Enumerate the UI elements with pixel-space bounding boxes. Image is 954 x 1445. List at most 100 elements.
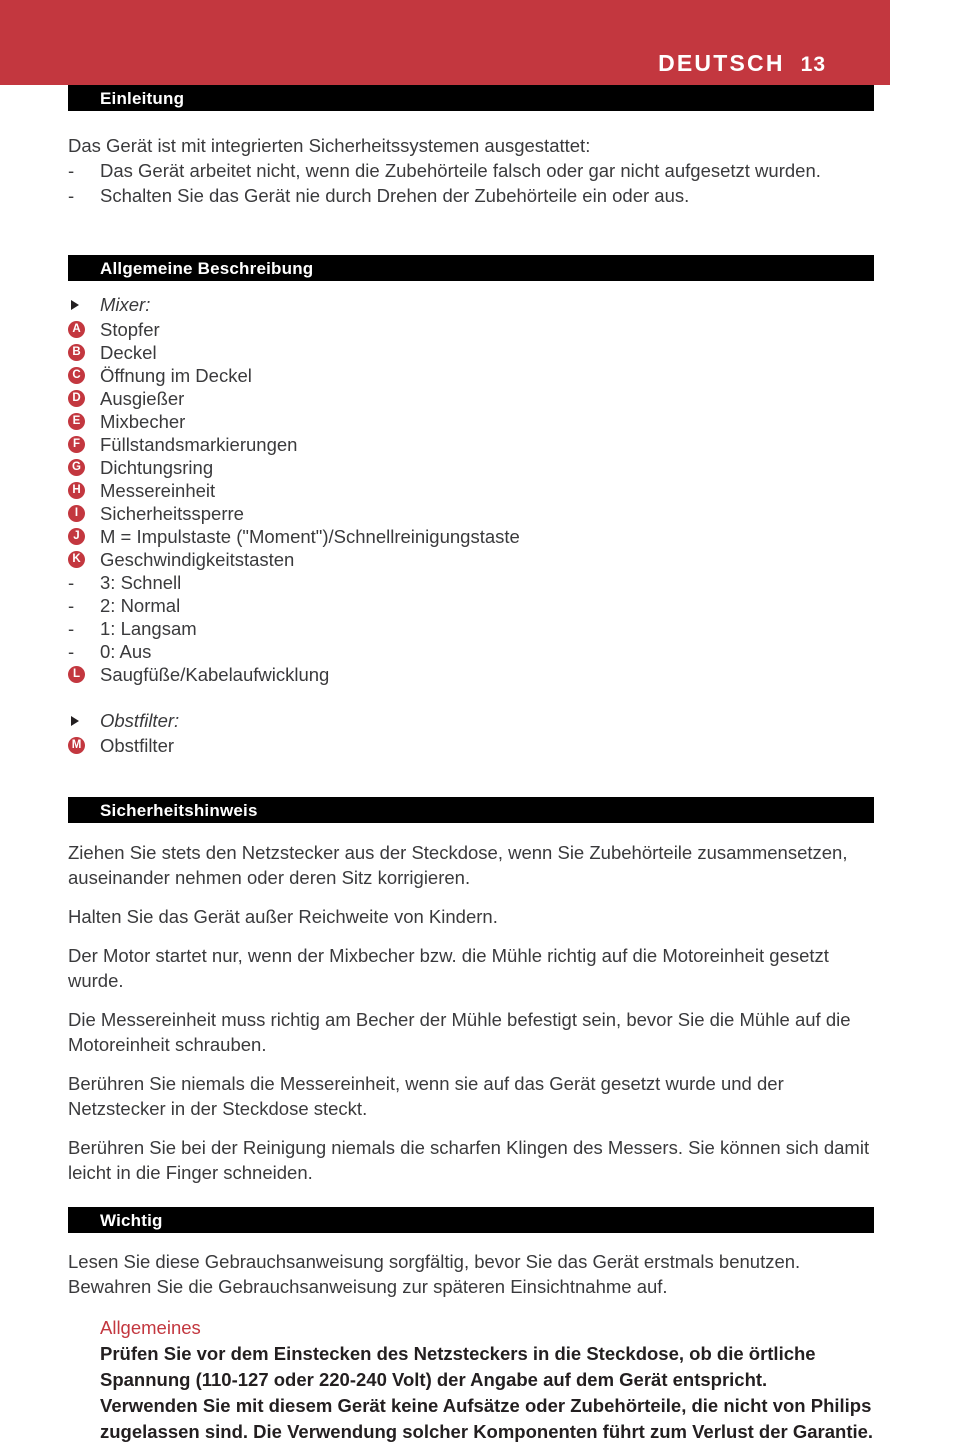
list-item-text: Ausgießer	[100, 388, 185, 409]
triangle-bullet-icon	[68, 299, 100, 310]
badge-letter: H	[68, 482, 85, 499]
list-item: I Sicherheitssperre	[68, 502, 874, 525]
list-item-text: Obstfilter	[100, 735, 175, 756]
letter-badge-icon: C	[68, 367, 100, 384]
list-item-group: Obstfilter:	[68, 709, 874, 732]
list-item-text: Deckel	[100, 342, 157, 363]
section-title: Wichtig	[100, 1210, 163, 1230]
document-content: Einleitung Das Gerät ist mit integrierte…	[0, 85, 954, 1445]
wichtig-lead-text: Lesen Sie diese Gebrauchsanweisung sorgf…	[68, 1251, 801, 1297]
wichtig-paragraph: Verwenden Sie mit diesem Gerät keine Auf…	[100, 1395, 874, 1442]
list-item: B Deckel	[68, 341, 874, 364]
letter-badge-icon: K	[68, 551, 100, 568]
list-item-text: 2: Normal	[100, 595, 181, 616]
page-number: 13	[800, 53, 826, 76]
list-item-text: 1: Langsam	[100, 618, 197, 639]
list-item: - 1: Langsam	[68, 617, 874, 640]
badge-letter: I	[68, 505, 85, 522]
dash-marker: -	[68, 185, 75, 206]
page-header-banner: DEUTSCH 13	[0, 0, 890, 85]
list-spacer	[68, 686, 874, 709]
letter-badge-icon: I	[68, 505, 100, 522]
section-header-einleitung: Einleitung	[68, 85, 874, 111]
list-item-text: 0: Aus	[100, 641, 152, 662]
list-item: - Das Gerät arbeitet nicht, wenn die Zub…	[68, 158, 874, 183]
badge-letter: E	[68, 413, 85, 430]
list-item-text: Messereinheit	[100, 480, 216, 501]
list-item-text: Saugfüße/Kabelaufwicklung	[100, 664, 330, 685]
badge-letter: M	[68, 737, 85, 754]
letter-badge-icon: G	[68, 459, 100, 476]
list-item-text: Öffnung im Deckel	[100, 365, 252, 386]
letter-badge-icon: B	[68, 344, 100, 361]
letter-badge-icon: H	[68, 482, 100, 499]
parts-list: Mixer: A Stopfer B Deckel C Öffnung im D…	[68, 293, 874, 757]
group-label: Obstfilter:	[100, 710, 180, 731]
badge-letter: L	[68, 666, 85, 683]
safety-paragraph: Berühren Sie niemals die Messereinheit, …	[68, 1073, 784, 1119]
einleitung-lead-text: Das Gerät ist mit integrierten Sicherhei…	[68, 135, 591, 156]
badge-letter: D	[68, 390, 85, 407]
safety-paragraph: Ziehen Sie stets den Netzstecker aus der…	[68, 842, 848, 888]
einleitung-dash-list: - Das Gerät arbeitet nicht, wenn die Zub…	[68, 158, 874, 208]
letter-badge-icon: E	[68, 413, 100, 430]
list-item: K Geschwindigkeitstasten	[68, 548, 874, 571]
wichtig-allgemeines-block: Allgemeines Prüfen Sie vor dem Einstecke…	[100, 1315, 874, 1445]
section-header-sicherheitshinweis: Sicherheitshinweis	[68, 797, 874, 823]
wichtig-paragraph: Prüfen Sie vor dem Einstecken des Netzst…	[100, 1343, 816, 1390]
header-language-page: DEUTSCH 13	[658, 50, 826, 77]
badge-letter: F	[68, 436, 85, 453]
list-item-text: Sicherheitssperre	[100, 503, 244, 524]
badge-letter: J	[68, 528, 85, 545]
dash-marker: -	[68, 641, 75, 662]
group-label: Mixer:	[100, 294, 151, 315]
list-item: J M = Impulstaste ("Moment")/Schnellrein…	[68, 525, 874, 548]
list-item-group: Mixer:	[68, 293, 874, 316]
list-item-text: Schalten Sie das Gerät nie durch Drehen …	[100, 185, 690, 206]
list-item: D Ausgießer	[68, 387, 874, 410]
list-item-text: Stopfer	[100, 319, 160, 340]
list-item: - 2: Normal	[68, 594, 874, 617]
dash-marker: -	[68, 572, 75, 593]
list-item: C Öffnung im Deckel	[68, 364, 874, 387]
dash-marker: -	[68, 595, 75, 616]
badge-letter: A	[68, 321, 85, 338]
badge-letter: K	[68, 551, 85, 568]
letter-badge-icon: L	[68, 666, 100, 683]
section-title: Allgemeine Beschreibung	[100, 258, 314, 278]
list-item: G Dichtungsring	[68, 456, 874, 479]
list-item: E Mixbecher	[68, 410, 874, 433]
safety-paragraph: Der Motor startet nur, wenn der Mixbeche…	[68, 945, 829, 991]
list-item: F Füllstandsmarkierungen	[68, 433, 874, 456]
list-item-text: Mixbecher	[100, 411, 186, 432]
list-item: A Stopfer	[68, 318, 874, 341]
dash-marker: -	[68, 618, 75, 639]
letter-badge-icon: A	[68, 321, 100, 338]
badge-letter: B	[68, 344, 85, 361]
section-title: Einleitung	[100, 88, 185, 108]
list-item: H Messereinheit	[68, 479, 874, 502]
section-header-allgemeine-beschreibung: Allgemeine Beschreibung	[68, 255, 874, 281]
dash-marker: -	[68, 160, 75, 181]
letter-badge-icon: J	[68, 528, 100, 545]
header-language-label: DEUTSCH	[658, 50, 785, 76]
list-item-text: Geschwindigkeitstasten	[100, 549, 295, 570]
list-item: - 3: Schnell	[68, 571, 874, 594]
subsection-heading: Allgemeines	[100, 1317, 201, 1338]
safety-paragraph: Berühren Sie bei der Reinigung niemals d…	[68, 1137, 870, 1183]
badge-letter: G	[68, 459, 85, 476]
list-item-text: Dichtungsring	[100, 457, 214, 478]
list-item: L Saugfüße/Kabelaufwicklung	[68, 663, 874, 686]
triangle-bullet-icon	[68, 715, 100, 726]
list-item-text: M = Impulstaste ("Moment")/Schnellreinig…	[100, 526, 520, 547]
list-item-text: Das Gerät arbeitet nicht, wenn die Zubeh…	[100, 160, 821, 181]
safety-paragraph: Halten Sie das Gerät außer Reichweite vo…	[68, 906, 498, 927]
list-item-text: 3: Schnell	[100, 572, 182, 593]
list-item: M Obstfilter	[68, 734, 874, 757]
safety-paragraph: Die Messereinheit muss richtig am Becher…	[68, 1009, 851, 1055]
letter-badge-icon: D	[68, 390, 100, 407]
section-header-wichtig: Wichtig	[68, 1207, 874, 1233]
badge-letter: C	[68, 367, 85, 384]
list-item: - 0: Aus	[68, 640, 874, 663]
letter-badge-icon: F	[68, 436, 100, 453]
